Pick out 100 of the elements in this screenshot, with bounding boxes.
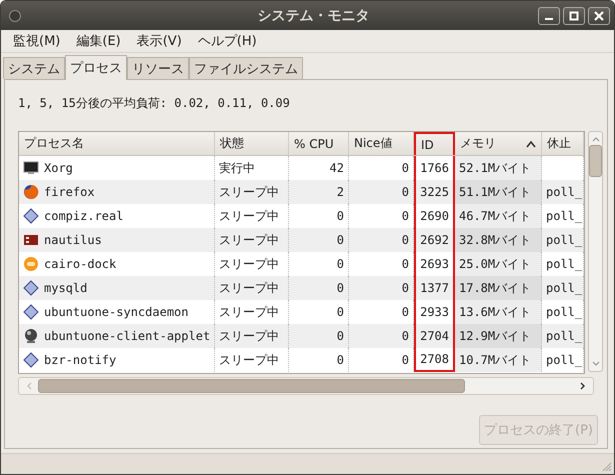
table-cell: poll_ <box>546 233 582 247</box>
table-cell: 0 <box>402 209 409 223</box>
diamond-icon <box>23 208 39 224</box>
table-cell: 2933 <box>420 305 449 319</box>
file-manager-icon <box>23 232 39 248</box>
table-cell: スリープ中 <box>219 232 279 248</box>
horizontal-scrollbar[interactable] <box>18 377 594 395</box>
table-cell: 12.9Mバイト <box>459 328 532 344</box>
process-name: nautilus <box>44 233 102 247</box>
table-cell: poll_ <box>546 257 582 271</box>
diamond-icon <box>23 280 39 296</box>
table-cell: 0 <box>402 161 409 175</box>
table-cell: 実行中 <box>219 160 255 176</box>
table-cell: 42 <box>330 161 344 175</box>
resize-grip-icon[interactable] <box>602 462 612 472</box>
table-cell: poll_ <box>546 209 582 223</box>
table-cell: 0 <box>336 257 344 271</box>
menu-item[interactable]: ヘルプ(H) <box>190 32 265 50</box>
scroll-left-icon[interactable] <box>26 382 32 390</box>
table-cell: 13.6Mバイト <box>459 304 532 320</box>
table-cell: 0 <box>336 281 344 295</box>
table-cell: スリープ中 <box>219 352 279 368</box>
dock-icon <box>23 256 39 272</box>
diamond-icon <box>23 304 39 320</box>
table-cell: 0 <box>402 329 409 343</box>
window-title: システム・モニタ <box>256 6 370 24</box>
table-cell: poll_ <box>546 353 582 367</box>
column-header[interactable]: メモリ <box>455 132 542 155</box>
vertical-scrollbar[interactable] <box>588 131 603 372</box>
table-cell: 0 <box>336 353 344 367</box>
process-name: Xorg <box>44 161 73 175</box>
table-cell: 0 <box>402 257 409 271</box>
scroll-down-icon[interactable] <box>592 361 600 367</box>
process-name: ubuntuone-client-applet <box>44 329 210 343</box>
table-cell: poll_ <box>546 185 582 199</box>
menu-item[interactable]: 監視(M) <box>5 32 68 50</box>
table-cell: 2 <box>336 185 344 199</box>
table-cell: poll_ <box>546 305 582 319</box>
table-cell: 51.1Mバイト <box>459 184 532 200</box>
column-header[interactable]: 休止 <box>542 132 584 155</box>
minimize-icon <box>545 18 553 20</box>
table-cell: 2704 <box>420 329 449 343</box>
table-cell: 0 <box>336 305 344 319</box>
load-average-text: 1, 5, 15分後の平均負荷: 0.02, 0.11, 0.09 <box>18 95 291 112</box>
close-icon <box>594 10 604 20</box>
table-cell: 17.8Mバイト <box>459 280 532 296</box>
table-cell: poll_ <box>546 281 582 295</box>
table-cell: 3225 <box>420 185 449 199</box>
table-cell: 0 <box>402 185 409 199</box>
table-cell: 0 <box>402 353 409 367</box>
webcam-icon <box>23 328 39 344</box>
process-name: compiz.real <box>44 209 124 223</box>
process-name: mysqld <box>44 281 88 295</box>
column-header[interactable]: Nice値 <box>349 132 414 155</box>
process-name: firefox <box>44 185 95 199</box>
process-name: cairo-dock <box>44 257 116 271</box>
table-cell: 46.7Mバイト <box>459 208 532 224</box>
scroll-thumb[interactable] <box>38 379 465 393</box>
table-cell: スリープ中 <box>219 256 279 272</box>
minimize-button[interactable] <box>538 6 560 24</box>
maximize-button[interactable] <box>563 6 585 24</box>
tab[interactable]: プロセス <box>65 55 127 80</box>
table-cell: 25.0Mバイト <box>459 256 532 272</box>
table-cell: 2693 <box>420 257 449 271</box>
table-cell: スリープ中 <box>219 208 279 224</box>
table-cell: 10.7Mバイト <box>459 352 532 368</box>
menu-item[interactable]: 編集(E) <box>68 32 129 50</box>
table-cell: 1766 <box>420 161 449 175</box>
column-header[interactable]: ID <box>414 132 455 155</box>
table-cell: スリープ中 <box>219 328 279 344</box>
window-menu-icon[interactable] <box>9 10 21 22</box>
table-cell: poll_ <box>546 329 582 343</box>
sort-ascending-icon <box>526 140 536 148</box>
table-cell: 0 <box>336 329 344 343</box>
table-cell: 0 <box>402 233 409 247</box>
diamond-icon <box>23 352 39 368</box>
globe-icon <box>23 184 39 200</box>
table-cell: 2690 <box>420 209 449 223</box>
table-cell: 32.8Mバイト <box>459 232 532 248</box>
scroll-thumb[interactable] <box>589 145 602 177</box>
process-name: ubuntuone-syncdaemon <box>44 305 188 319</box>
table-cell: スリープ中 <box>219 184 279 200</box>
table-cell: 0 <box>336 233 344 247</box>
tab[interactable]: リソース <box>127 57 189 79</box>
table-cell: 0 <box>402 281 409 295</box>
column-header[interactable]: プロセス名 <box>19 132 215 155</box>
table-cell: スリープ中 <box>219 304 279 320</box>
close-button[interactable] <box>588 6 610 24</box>
scroll-right-icon[interactable] <box>580 382 586 390</box>
column-header[interactable]: 状態 <box>215 132 289 155</box>
tab[interactable]: システム <box>3 57 65 79</box>
table-cell: 52.1Mバイト <box>459 160 532 176</box>
table-cell: スリープ中 <box>219 280 279 296</box>
tab[interactable]: ファイルシステム <box>189 57 303 79</box>
menu-item[interactable]: 表示(V) <box>128 32 190 50</box>
table-cell: 2708 <box>420 352 449 366</box>
scroll-up-icon[interactable] <box>592 136 600 142</box>
process-name: bzr-notify <box>44 353 116 367</box>
column-header[interactable]: % CPU <box>289 132 349 155</box>
table-cell: 1377 <box>420 281 449 295</box>
